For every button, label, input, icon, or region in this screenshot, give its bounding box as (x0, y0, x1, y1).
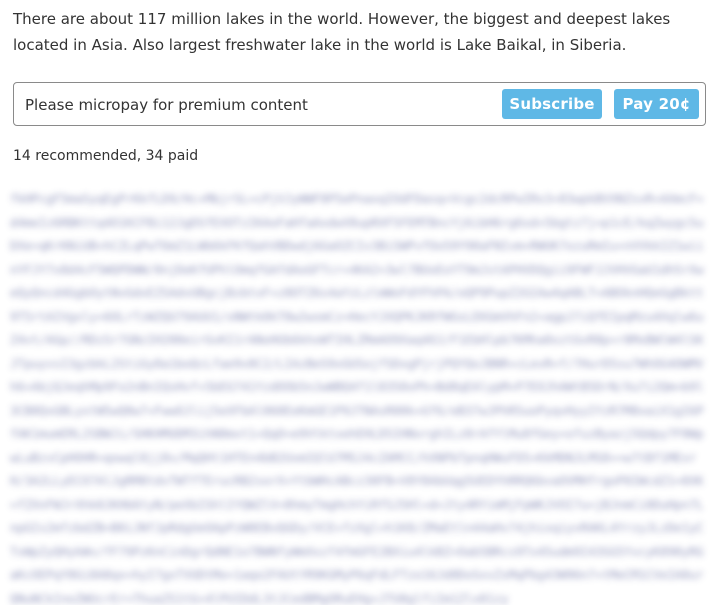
pay-button[interactable]: Pay 20¢ (614, 89, 699, 119)
subscribe-button[interactable]: Subscribe (502, 89, 602, 119)
micropay-prompt: Please micropay for premium content (25, 96, 308, 114)
blurred-premium-content: fkHPcgF5maSyqEgPrKkfLD9/Hc+MbjrSL=cPjVJy… (0, 178, 720, 605)
intro-paragraph: There are about 117 million lakes in the… (13, 10, 671, 54)
blurred-text-block: fkHPcgF5maSyqEgPrKkfLD9/Hc+MbjrSL=cPjVJy… (10, 192, 704, 605)
micropay-box: Please micropay for premium content Subs… (13, 82, 706, 126)
recommendation-stats: 14 recommended, 34 paid (13, 148, 199, 164)
